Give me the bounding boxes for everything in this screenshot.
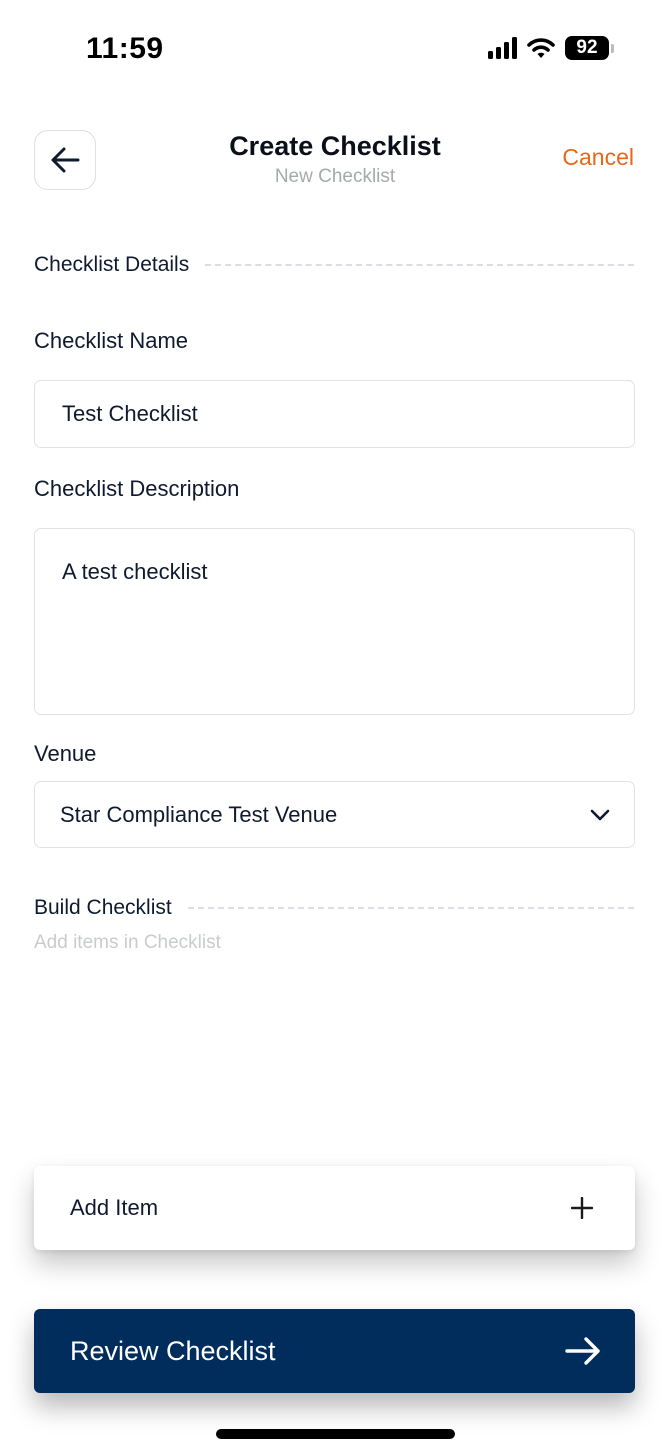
- battery-level: 92: [576, 37, 598, 58]
- section-checklist-details: Checklist Details: [34, 253, 634, 277]
- venue-label: Venue: [34, 741, 97, 766]
- section-build-checklist: Build Checklist: [34, 896, 634, 920]
- wifi-icon: [527, 38, 555, 58]
- checklist-name-value: Test Checklist: [62, 401, 198, 426]
- checklist-name-input[interactable]: Test Checklist: [34, 380, 635, 448]
- checklist-description-textarea[interactable]: A test checklist: [34, 528, 635, 715]
- status-icons: 92: [488, 36, 614, 60]
- add-item-label: Add Item: [70, 1195, 159, 1220]
- review-checklist-button[interactable]: Review Checklist: [34, 1309, 635, 1393]
- review-checklist-label: Review Checklist: [70, 1335, 276, 1366]
- section-divider: [205, 264, 634, 266]
- arrow-right-icon: [565, 1337, 600, 1365]
- section-heading: Build Checklist: [34, 896, 172, 919]
- section-divider: [187, 907, 634, 909]
- build-checklist-hint: Add items in Checklist: [34, 932, 221, 953]
- battery-tip: [611, 43, 614, 53]
- status-time: 11:59: [86, 32, 164, 65]
- venue-select[interactable]: Star Compliance Test Venue: [34, 781, 635, 848]
- add-item-button[interactable]: Add Item: [34, 1166, 635, 1250]
- checklist-description-value: A test checklist: [62, 559, 208, 584]
- home-indicator[interactable]: [216, 1429, 455, 1439]
- chevron-down-icon: [590, 809, 610, 820]
- battery-icon: 92: [565, 36, 609, 60]
- section-heading: Checklist Details: [34, 253, 190, 276]
- checklist-description-label: Checklist Description: [34, 476, 240, 501]
- plus-icon: [571, 1197, 593, 1219]
- cancel-button[interactable]: Cancel: [562, 144, 634, 171]
- signal-icon: [488, 37, 517, 59]
- venue-value: Star Compliance Test Venue: [60, 801, 338, 827]
- checklist-name-label: Checklist Name: [34, 328, 189, 353]
